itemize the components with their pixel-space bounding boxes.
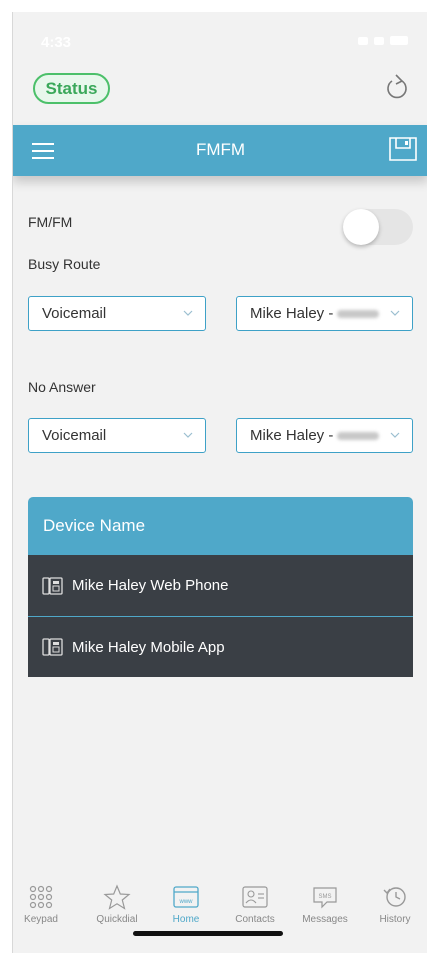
desk-phone-icon	[42, 576, 63, 595]
fmfm-toggle[interactable]	[343, 209, 413, 245]
device-list-header: Device Name	[28, 497, 413, 555]
device-name: Mike Haley Web Phone	[72, 577, 229, 594]
tab-label: Keypad	[24, 914, 58, 925]
busy-route-target-value: Mike Haley -	[250, 305, 334, 322]
refresh-icon[interactable]	[384, 72, 410, 102]
chevron-down-icon	[390, 432, 400, 438]
browser-icon: www	[173, 886, 199, 908]
signal-icon	[358, 36, 368, 45]
wifi-icon	[374, 36, 384, 45]
no-answer-action-value: Voicemail	[42, 427, 107, 444]
sms-icon: SMS	[313, 887, 337, 909]
no-answer-target-value: Mike Haley -	[250, 427, 334, 444]
tab-label: Quickdial	[96, 914, 138, 925]
save-icon[interactable]	[388, 136, 418, 162]
history-icon	[383, 887, 406, 907]
tab-label: Messages	[302, 914, 348, 925]
bottom-tab-bar: Keypad Quickdial www Home Contacts SMS M…	[13, 878, 427, 953]
toggle-knob	[343, 209, 379, 245]
tab-contacts[interactable]: Contacts	[225, 878, 285, 925]
chevron-down-icon	[183, 310, 193, 316]
tab-quickdial[interactable]: Quickdial	[87, 878, 147, 925]
home-indicator	[133, 931, 283, 936]
tab-messages[interactable]: SMS Messages	[295, 878, 355, 925]
svg-text:www: www	[179, 899, 194, 905]
chevron-down-icon	[390, 310, 400, 316]
tab-label: History	[379, 914, 411, 925]
battery-icon	[390, 36, 408, 45]
tab-keypad[interactable]: Keypad	[13, 878, 71, 925]
device-row[interactable]: Mike Haley Mobile App	[28, 616, 413, 677]
device-name: Mike Haley Mobile App	[72, 638, 225, 656]
no-answer-action-select[interactable]: Voicemail	[28, 418, 206, 453]
redacted-number	[337, 432, 380, 441]
tab-home[interactable]: www Home	[156, 878, 216, 925]
star-icon	[103, 884, 131, 910]
no-answer-target-select[interactable]: Mike Haley -	[236, 418, 413, 453]
fmfm-label: FM/FM	[28, 214, 73, 230]
busy-route-target-select[interactable]: Mike Haley -	[236, 296, 413, 331]
busy-route-action-select[interactable]: Voicemail	[28, 296, 206, 331]
device-list: Device Name Mike Haley Web Phone Mike Ha…	[28, 497, 413, 677]
status-row: Status	[13, 70, 427, 124]
device-row[interactable]: Mike Haley Web Phone	[28, 555, 413, 616]
phone-screen: 4:33 Status FMFM FM/FM Busy Route Voicem…	[12, 12, 427, 953]
busy-route-action-value: Voicemail	[42, 305, 107, 322]
redacted-number	[337, 310, 380, 319]
no-answer-label: No Answer	[28, 379, 96, 395]
contact-card-icon	[242, 886, 268, 908]
status-icons	[358, 36, 408, 45]
tab-label: Home	[172, 914, 200, 925]
ios-status-bar: 4:33	[13, 12, 427, 70]
page-title: FMFM	[195, 140, 246, 159]
clock: 4:33	[41, 34, 72, 51]
busy-route-label: Busy Route	[28, 256, 101, 272]
desk-phone-icon	[42, 638, 63, 656]
status-button[interactable]: Status	[33, 73, 110, 104]
keypad-icon	[29, 885, 53, 909]
title-bar: FMFM	[13, 125, 427, 176]
tab-history[interactable]: History	[365, 878, 425, 925]
svg-text:SMS: SMS	[318, 894, 331, 900]
tab-label: Contacts	[235, 914, 275, 925]
chevron-down-icon	[183, 432, 193, 438]
